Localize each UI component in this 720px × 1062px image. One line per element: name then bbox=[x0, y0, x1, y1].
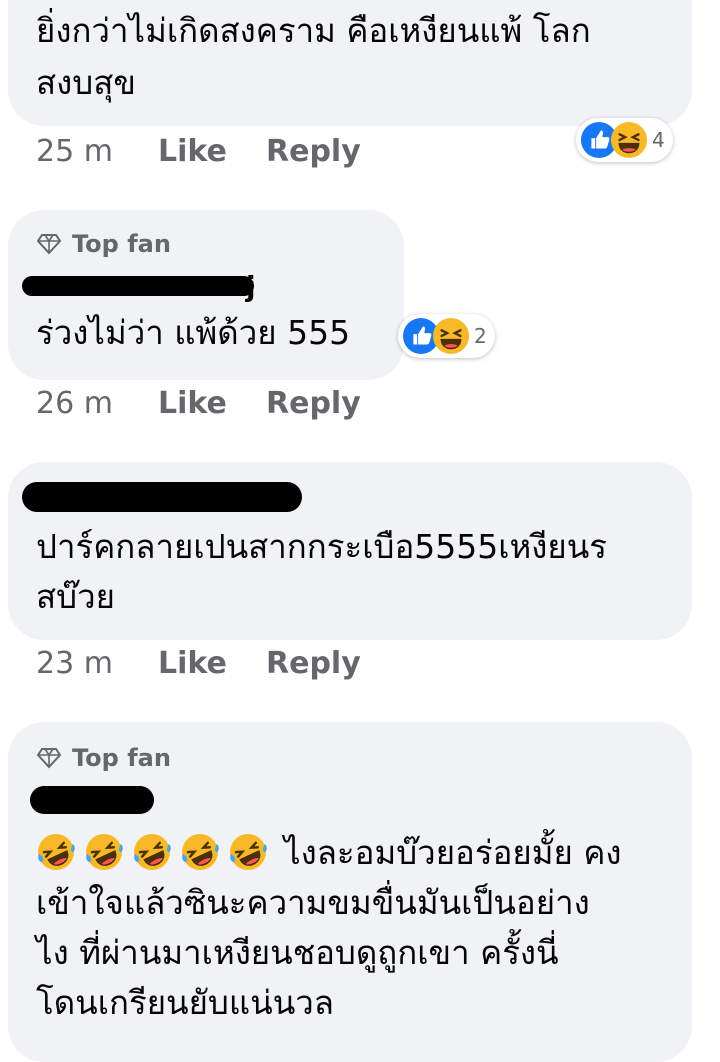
rolling-on-floor-laughing-icon bbox=[36, 832, 76, 872]
comment-text-line: ยิ่งกว่าไม่เกิดสงคราม คือเหงียนแพ้ โลก bbox=[36, 11, 591, 50]
comment-text-line: ปาร์คกลายเปนสากกระเบือ5555เหงียนร bbox=[36, 527, 608, 566]
redacted-author-name bbox=[22, 482, 302, 512]
comment-text-line: ร่วงไม่ว่า แพ้ด้วย 555 bbox=[36, 313, 351, 352]
like-button[interactable]: Like bbox=[158, 646, 227, 681]
comment-timestamp: 25 m bbox=[36, 134, 113, 169]
comment-timestamp: 26 m bbox=[36, 386, 113, 421]
reaction-summary[interactable]: 2 bbox=[398, 314, 495, 358]
reply-button[interactable]: Reply bbox=[266, 646, 361, 681]
rolling-on-floor-laughing-icon bbox=[180, 832, 220, 872]
comment-text-line: ไงละอมบ๊วยอร่อยมั้ย คง bbox=[284, 833, 622, 872]
rolling-on-floor-laughing-icon bbox=[84, 832, 124, 872]
comment-text-line: โดนเกรียนยับแน่นวล bbox=[36, 983, 335, 1022]
redacted-author-name bbox=[22, 276, 254, 296]
comment-timestamp: 23 m bbox=[36, 646, 113, 681]
diamond-icon bbox=[36, 233, 62, 255]
reaction-count: 2 bbox=[474, 324, 487, 348]
emoji-sequence bbox=[36, 832, 268, 872]
rolling-on-floor-laughing-icon bbox=[132, 832, 172, 872]
rolling-on-floor-laughing-icon bbox=[228, 832, 268, 872]
laughing-face-icon bbox=[432, 317, 470, 355]
top-fan-label: Top fan bbox=[72, 744, 171, 772]
diamond-icon bbox=[36, 747, 62, 769]
comment-text-line: ไง ที่ผ่านมาเหงียนชอบดูถูกเขา ครั้งนี่ bbox=[36, 933, 559, 972]
comment-text-line: สบ๊วย bbox=[36, 577, 115, 616]
reply-button[interactable]: Reply bbox=[266, 386, 361, 421]
reaction-summary[interactable]: 4 bbox=[576, 118, 673, 162]
like-button[interactable]: Like bbox=[158, 386, 227, 421]
like-button[interactable]: Like bbox=[158, 134, 227, 169]
top-fan-label: Top fan bbox=[72, 230, 171, 258]
redacted-author-name bbox=[30, 786, 154, 814]
top-fan-badge: Top fan bbox=[36, 744, 171, 772]
top-fan-badge: Top fan bbox=[36, 230, 171, 258]
laughing-face-icon bbox=[610, 121, 648, 159]
comment-text-line: เข้าใจแล้วซินะความขมขื่นมันเป็นอย่าง bbox=[36, 883, 590, 922]
reaction-count: 4 bbox=[652, 128, 665, 152]
reply-button[interactable]: Reply bbox=[266, 134, 361, 169]
comment-text-line: สงบสุข bbox=[36, 63, 136, 102]
